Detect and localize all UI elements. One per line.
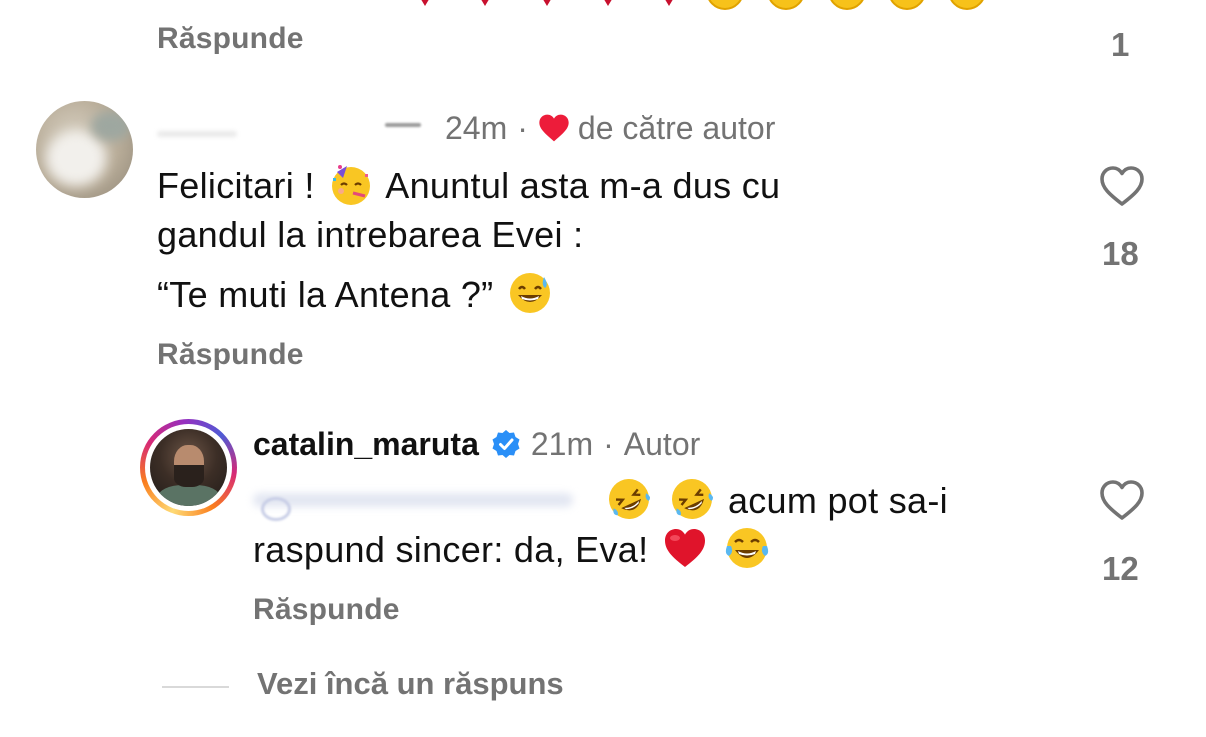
smiling-face-emoji-icon — [767, 0, 805, 10]
tears-of-joy-emoji-icon — [725, 526, 769, 570]
replies-divider-line — [162, 686, 229, 688]
heart-filled-icon — [539, 114, 569, 142]
author-username[interactable]: catalin_maruta — [253, 426, 479, 463]
red-heart-emoji-icon — [421, 0, 429, 6]
comment-text-line: “Te muti la Antena ?” — [157, 271, 556, 319]
smiling-face-emoji-icon — [706, 0, 744, 10]
comment-text-line: raspund sincer: da, Eva! — [253, 526, 773, 574]
grinning-sweat-emoji-icon — [508, 271, 552, 315]
author-avatar-story-ring[interactable] — [140, 419, 237, 516]
smiling-face-emoji-icon — [828, 0, 866, 10]
separator-dot: · — [603, 425, 614, 462]
heart-outline-icon[interactable] — [1098, 164, 1146, 208]
rolling-laughing-emoji-icon — [607, 477, 651, 521]
redacted-username[interactable] — [157, 113, 427, 143]
rolling-laughing-emoji-icon — [670, 477, 714, 521]
comment-header: catalin_maruta 21m · Autor — [253, 424, 700, 464]
comment-time: 24m — [445, 109, 508, 146]
comment-text-line: gandul la intrebarea Evei : — [157, 214, 584, 255]
smiling-face-emoji-icon — [888, 0, 926, 10]
author-avatar — [150, 429, 227, 506]
red-heart-emoji-icon — [663, 526, 707, 570]
partying-face-emoji-icon — [329, 162, 373, 206]
comment-text-line: Felicitari ! Anuntul asta m-a dus cu — [157, 162, 780, 210]
smiling-face-emoji-icon — [948, 0, 986, 10]
like-count[interactable]: 18 — [1102, 235, 1139, 273]
redacted-mention[interactable] — [253, 479, 593, 521]
red-heart-emoji-icon — [543, 0, 551, 6]
comment-text-line: acum pot sa-i — [253, 477, 948, 525]
commenter-avatar[interactable] — [36, 101, 133, 198]
view-more-replies-button[interactable]: Vezi încă un răspuns — [257, 666, 564, 702]
red-heart-emoji-icon — [481, 0, 489, 6]
like-count[interactable]: 12 — [1102, 550, 1139, 588]
like-count[interactable]: 1 — [1111, 26, 1129, 64]
liked-by-author-label: de către autor — [577, 109, 776, 146]
reply-button[interactable]: Răspunde — [157, 22, 304, 56]
comment-header: 24m · de către autor — [157, 108, 775, 148]
comment-time: 21m — [530, 425, 594, 462]
heart-outline-icon[interactable] — [1098, 478, 1146, 522]
red-heart-emoji-icon — [604, 0, 612, 6]
red-heart-emoji-icon — [665, 0, 673, 6]
verified-badge-icon — [492, 430, 520, 458]
separator-dot: · — [517, 109, 528, 146]
author-label: Autor — [623, 425, 701, 462]
reply-button[interactable]: Răspunde — [157, 338, 304, 372]
reply-button[interactable]: Răspunde — [253, 593, 400, 627]
